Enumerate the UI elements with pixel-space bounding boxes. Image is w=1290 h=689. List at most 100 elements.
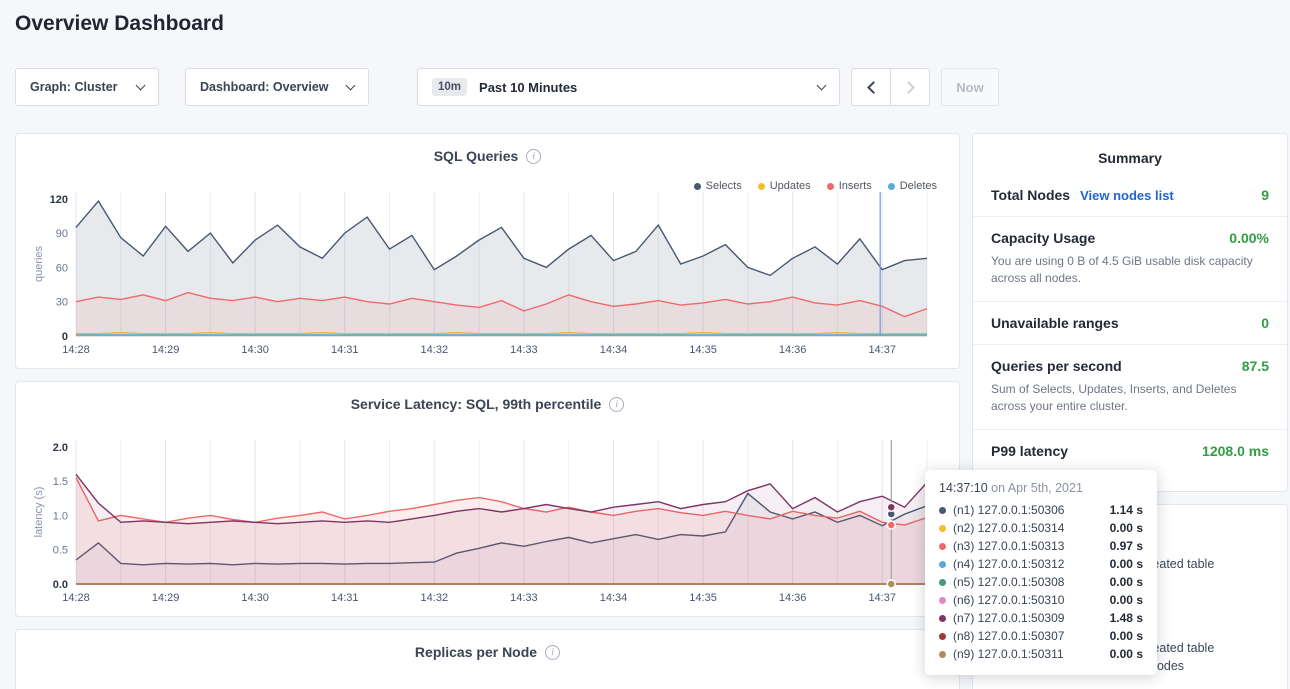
svg-text:14:34: 14:34 xyxy=(600,344,628,356)
qps-label: Queries per second xyxy=(991,358,1122,374)
tooltip-node-value: 1.48 s xyxy=(1110,611,1143,625)
series-color-dot xyxy=(939,579,946,586)
summary-panel: Summary Total Nodes View nodes list 9 Ca… xyxy=(972,133,1288,492)
tooltip-row: (n2) 127.0.0.1:50314 0.00 s xyxy=(939,519,1143,537)
tooltip-row: (n1) 127.0.0.1:50306 1.14 s xyxy=(939,501,1143,519)
tooltip-row: (n9) 127.0.0.1:50311 0.00 s xyxy=(939,645,1143,663)
series-color-dot xyxy=(939,633,946,640)
info-icon[interactable] xyxy=(526,149,541,164)
svg-text:14:31: 14:31 xyxy=(331,344,359,356)
tooltip-node-label: (n1) 127.0.0.1:50306 xyxy=(953,503,1064,517)
svg-text:14:34: 14:34 xyxy=(600,592,628,604)
svg-text:14:37: 14:37 xyxy=(868,344,896,356)
sql-queries-panel: SQL Queries Selects Updates Inserts Dele… xyxy=(15,133,960,369)
chevron-down-icon xyxy=(817,81,827,91)
svg-text:60: 60 xyxy=(56,262,68,274)
p99-latency-label: P99 latency xyxy=(991,443,1068,459)
series-color-dot xyxy=(939,561,946,568)
svg-text:14:35: 14:35 xyxy=(689,344,717,356)
series-color-dot xyxy=(939,615,946,622)
tooltip-row: (n4) 127.0.0.1:50312 0.00 s xyxy=(939,555,1143,573)
svg-text:14:36: 14:36 xyxy=(779,344,807,356)
tooltip-node-value: 0.00 s xyxy=(1110,629,1143,643)
svg-text:14:28: 14:28 xyxy=(62,344,90,356)
prev-time-button[interactable] xyxy=(851,68,891,106)
tooltip-node-value: 0.00 s xyxy=(1110,647,1143,661)
page-title: Overview Dashboard xyxy=(15,12,224,36)
graph-dropdown[interactable]: Graph: Cluster xyxy=(15,68,159,106)
tooltip-node-label: (n2) 127.0.0.1:50314 xyxy=(953,521,1064,535)
svg-text:queries: queries xyxy=(33,245,45,282)
chart-tooltip: 14:37:10 on Apr 5th, 2021 (n1) 127.0.0.1… xyxy=(925,470,1157,675)
graph-dropdown-label: Graph: Cluster xyxy=(30,80,118,94)
view-nodes-link[interactable]: View nodes list xyxy=(1080,188,1174,203)
chevron-right-icon xyxy=(902,81,915,94)
svg-text:14:35: 14:35 xyxy=(689,592,717,604)
series-color-dot xyxy=(939,651,946,658)
capacity-label: Capacity Usage xyxy=(991,230,1095,246)
chevron-down-icon xyxy=(346,81,356,91)
svg-text:14:31: 14:31 xyxy=(331,592,359,604)
svg-text:0.0: 0.0 xyxy=(53,579,68,591)
summary-row-qps: Queries per second 87.5 Sum of Selects, … xyxy=(973,345,1287,430)
chevron-down-icon xyxy=(136,81,146,91)
qps-value: 87.5 xyxy=(1242,358,1269,374)
time-range-badge: 10m xyxy=(432,78,467,96)
svg-text:14:33: 14:33 xyxy=(510,344,538,356)
total-nodes-label: Total Nodes xyxy=(991,187,1070,203)
svg-text:2.0: 2.0 xyxy=(53,442,68,454)
svg-text:14:29: 14:29 xyxy=(152,592,180,604)
unavailable-ranges-label: Unavailable ranges xyxy=(991,315,1119,331)
overview-dashboard-page: Overview Dashboard Graph: Cluster Dashbo… xyxy=(0,0,1290,689)
tooltip-node-value: 0.97 s xyxy=(1110,539,1143,553)
summary-row-total-nodes: Total Nodes View nodes list 9 xyxy=(973,174,1287,217)
tooltip-node-value: 0.00 s xyxy=(1110,557,1143,571)
info-icon[interactable] xyxy=(545,645,560,660)
svg-text:90: 90 xyxy=(56,228,68,240)
sql-queries-chart[interactable]: 030609012014:2814:2914:3014:3114:3214:33… xyxy=(30,186,945,362)
tooltip-node-label: (n6) 127.0.0.1:50310 xyxy=(953,593,1064,607)
tooltip-row: (n8) 127.0.0.1:503070.00 s xyxy=(939,627,1143,645)
service-latency-chart[interactable]: 0.00.51.01.52.014:2814:2914:3014:3114:32… xyxy=(30,434,945,610)
tooltip-node-value: 1.14 s xyxy=(1110,503,1143,517)
svg-text:0.5: 0.5 xyxy=(53,545,68,557)
tooltip-row: (n6) 127.0.0.1:50310 0.00 s xyxy=(939,591,1143,609)
svg-text:14:32: 14:32 xyxy=(421,344,449,356)
next-time-button[interactable] xyxy=(890,68,930,106)
svg-text:30: 30 xyxy=(56,297,68,309)
chart-title: Replicas per Node xyxy=(415,644,537,660)
chart-title: SQL Queries xyxy=(434,148,519,164)
tooltip-node-label: (n9) 127.0.0.1:50311 xyxy=(953,647,1064,661)
tooltip-row: (n3) 127.0.0.1:50313 0.97 s xyxy=(939,537,1143,555)
total-nodes-value: 9 xyxy=(1261,187,1269,203)
capacity-note: You are using 0 B of 4.5 GiB usable disk… xyxy=(991,253,1269,288)
tooltip-row: (n5) 127.0.0.1:50308 0.00 s xyxy=(939,573,1143,591)
dashboard-dropdown-label: Dashboard: Overview xyxy=(200,80,329,94)
tooltip-timestamp: 14:37:10 on Apr 5th, 2021 xyxy=(939,481,1143,495)
summary-row-capacity: Capacity Usage 0.00% You are using 0 B o… xyxy=(973,217,1287,302)
tooltip-node-label: (n7) 127.0.0.1:50309 xyxy=(953,611,1064,625)
tooltip-node-label: (n5) 127.0.0.1:50308 xyxy=(953,575,1064,589)
tooltip-node-value: 0.00 s xyxy=(1110,575,1143,589)
now-button[interactable]: Now xyxy=(941,68,999,106)
svg-text:14:30: 14:30 xyxy=(241,344,269,356)
service-latency-panel: Service Latency: SQL, 99th percentile 0.… xyxy=(15,381,960,617)
tooltip-node-label: (n3) 127.0.0.1:50313 xyxy=(953,539,1064,553)
dashboard-dropdown[interactable]: Dashboard: Overview xyxy=(185,68,369,106)
summary-row-unavailable-ranges: Unavailable ranges 0 xyxy=(973,302,1287,345)
tooltip-node-label: (n4) 127.0.0.1:50312 xyxy=(953,557,1064,571)
svg-text:1.0: 1.0 xyxy=(53,510,68,522)
summary-row-p99-latency: P99 latency 1208.0 ms xyxy=(973,430,1287,472)
chevron-left-icon xyxy=(867,81,880,94)
chart-title: Service Latency: SQL, 99th percentile xyxy=(351,396,602,412)
svg-text:14:32: 14:32 xyxy=(421,592,449,604)
time-range-picker[interactable]: 10m Past 10 Minutes xyxy=(417,68,840,106)
info-icon[interactable] xyxy=(609,397,624,412)
series-color-dot xyxy=(939,525,946,532)
svg-text:120: 120 xyxy=(50,194,68,206)
tooltip-node-value: 0.00 s xyxy=(1110,521,1143,535)
p99-latency-value: 1208.0 ms xyxy=(1202,443,1269,459)
tooltip-node-value: 0.00 s xyxy=(1110,593,1143,607)
capacity-value: 0.00% xyxy=(1229,230,1269,246)
svg-text:14:30: 14:30 xyxy=(241,592,269,604)
